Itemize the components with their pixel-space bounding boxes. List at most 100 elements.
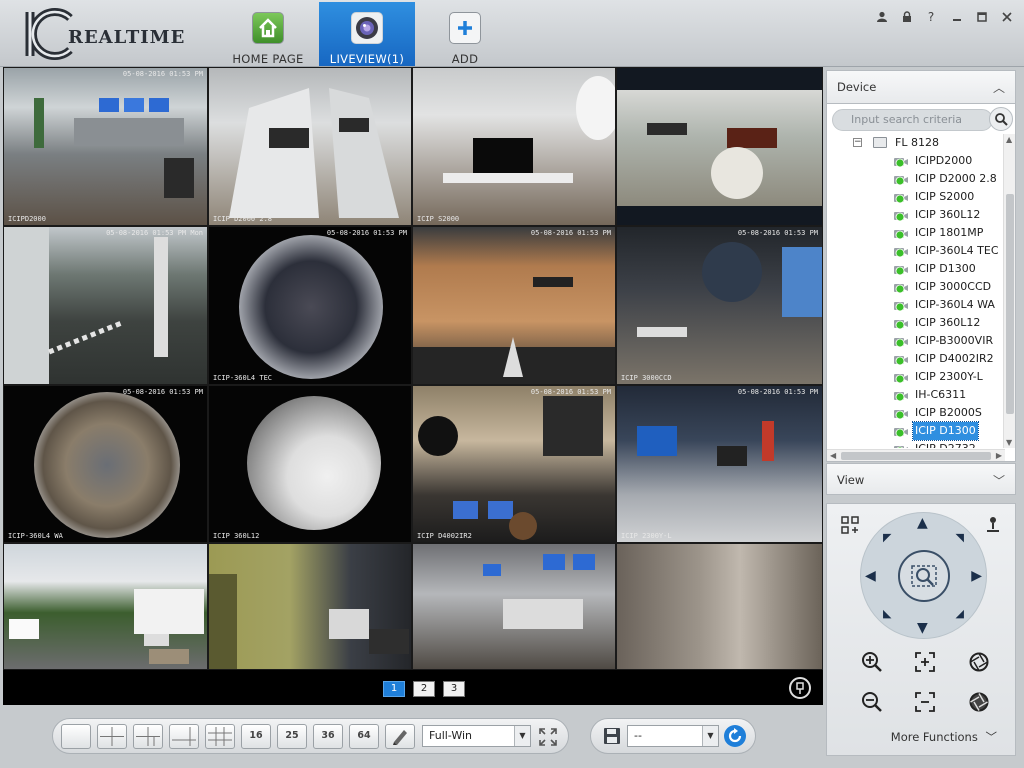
save-icon[interactable] (603, 727, 621, 745)
chevron-down-icon[interactable]: ﹀ (993, 472, 1005, 489)
page-button-2[interactable]: 2 (413, 681, 435, 697)
camera-tile[interactable]: ICIP 360L12 (208, 385, 412, 543)
device-tree-item[interactable]: ICIP 360L12 (827, 314, 1005, 332)
ptz-right-arrow[interactable]: ▶ (971, 568, 982, 584)
ptz-left-arrow[interactable]: ◀ (865, 568, 876, 584)
dropdown-arrow-icon[interactable]: ▼ (514, 726, 530, 746)
device-tree-item[interactable]: ICIP D1300 (827, 421, 1005, 441)
layout-36-button[interactable]: 36 (313, 724, 343, 749)
layout-64-button[interactable]: 64 (349, 724, 379, 749)
dropdown-arrow-icon[interactable]: ▼ (702, 726, 718, 746)
iris-close-icon[interactable] (966, 689, 992, 715)
chevron-up-icon[interactable]: ︿ (993, 79, 1005, 96)
camera-tile[interactable]: 05-08-2016 01:53 PM ICIP 3000CCD (616, 226, 823, 385)
fullscreen-icon[interactable] (537, 727, 559, 749)
layout-9-button[interactable] (205, 724, 235, 749)
zoom-in-icon[interactable] (859, 649, 885, 675)
refresh-icon[interactable] (723, 724, 747, 748)
layout-4-button[interactable] (97, 724, 127, 749)
ptz-up-left-arrow[interactable]: ◤ (883, 531, 891, 544)
device-tree-item[interactable]: ICIP-360L4 WA (827, 296, 1005, 314)
maximize-icon[interactable] (973, 8, 991, 26)
ptz-down-arrow[interactable]: ▼ (917, 620, 928, 636)
device-tree-item[interactable]: ICIP-B3000VIR (827, 332, 1005, 350)
device-group[interactable]: − FL 8128 (827, 134, 1005, 152)
close-icon[interactable] (998, 8, 1016, 26)
camera-tile[interactable]: ICIP D2000 2.8 (208, 67, 412, 226)
vertical-scrollbar[interactable]: ▲ ▼ (1003, 134, 1015, 448)
nav-liveview[interactable]: LIVEVIEW(1) (319, 2, 415, 66)
iris-open-icon[interactable] (966, 649, 992, 675)
preset-select[interactable]: -- ▼ (627, 725, 719, 747)
user-icon[interactable] (873, 8, 891, 26)
layout-1-button[interactable] (61, 724, 91, 749)
device-panel: Input search criteria − FL 8128 ICIPD200… (826, 104, 1016, 462)
device-tree-item[interactable]: ICIP D2000 2.8 (827, 170, 1005, 188)
collapse-icon[interactable]: − (853, 138, 862, 147)
window-mode-select[interactable]: Full-Win ▼ (422, 725, 531, 747)
pin-icon[interactable] (789, 677, 811, 699)
layout-25-button[interactable]: 25 (277, 724, 307, 749)
page-button-1[interactable]: 1 (383, 681, 405, 697)
horizontal-scrollbar[interactable]: ◀ ▶ (827, 449, 1005, 461)
camera-tile[interactable]: 05-08-2016 01:53 PM (412, 226, 616, 385)
ptz-3d-zoom-button[interactable] (898, 550, 950, 602)
view-panel-header[interactable]: View ﹀ (826, 463, 1016, 495)
nav-add[interactable]: ADD (417, 2, 513, 66)
lock-icon[interactable] (898, 8, 916, 26)
camera-online-icon (894, 426, 908, 438)
page-button-3[interactable]: 3 (443, 681, 465, 697)
device-tree-item[interactable]: ICIP D2732 (827, 440, 1005, 448)
device-search-input[interactable]: Input search criteria (832, 109, 993, 131)
device-tree-item[interactable]: ICIP 2300Y-L (827, 368, 1005, 386)
camera-tile[interactable]: 05-08-2016 01:53 PM Mon (3, 226, 208, 385)
device-tree-item[interactable]: ICIP D4002IR2 (827, 350, 1005, 368)
camera-tile[interactable] (3, 543, 208, 670)
layout-6-button[interactable] (133, 724, 163, 749)
focus-near-icon[interactable] (912, 649, 938, 675)
zoom-out-icon[interactable] (859, 689, 885, 715)
device-tree-item[interactable]: ICIP S2000 (827, 188, 1005, 206)
scrollbar-thumb[interactable] (841, 452, 991, 460)
ptz-up-right-arrow[interactable]: ◥ (956, 531, 964, 544)
device-tree-item[interactable]: ICIP 360L12 (827, 206, 1005, 224)
device-tree-item[interactable]: ICIPD2000 (827, 152, 1005, 170)
custom-layout-button[interactable] (385, 724, 415, 749)
page-selector: 1 2 3 (3, 670, 823, 705)
device-tree-item[interactable]: ICIP 1801MP (827, 224, 1005, 242)
more-functions-button[interactable]: More Functions ﹀ (891, 729, 997, 745)
app-logo: REALTIME (22, 8, 192, 60)
layout-grid-icon[interactable] (837, 512, 863, 538)
ptz-down-right-arrow[interactable]: ◢ (956, 607, 964, 620)
camera-tile[interactable]: 05-08-2016 01:53 PM ICIP-360L4 TEC (208, 226, 412, 385)
camera-tile[interactable] (412, 543, 616, 670)
help-icon[interactable]: ? (922, 8, 940, 26)
nav-home-page[interactable]: HOME PAGE (220, 2, 316, 66)
focus-far-icon[interactable] (912, 689, 938, 715)
layout-16-button[interactable]: 16 (241, 724, 271, 749)
camera-tile[interactable]: 05-08-2016 01:53 PM ICIP-360L4 WA (3, 385, 208, 543)
device-panel-header[interactable]: Device ︿ (826, 70, 1016, 104)
device-tree-item[interactable]: ICIP 3000CCD (827, 278, 1005, 296)
camera-online-icon (894, 282, 908, 294)
camera-tile[interactable]: 05-08-2016 01:53 PM ICIP D4002IR2 (412, 385, 616, 543)
joystick-icon[interactable] (980, 512, 1006, 538)
device-tree-item[interactable]: ICIP B2000S (827, 404, 1005, 422)
scrollbar-thumb[interactable] (1006, 194, 1014, 414)
device-tree-item[interactable]: ICIP D1300 (827, 260, 1005, 278)
device-tree-item-label: ICIP-B3000VIR (915, 334, 994, 347)
minimize-icon[interactable] (948, 8, 966, 26)
camera-tile[interactable]: ICIP S2000 (412, 67, 616, 226)
camera-tile[interactable] (208, 543, 412, 670)
camera-timestamp: 05-08-2016 01:53 PM (737, 229, 818, 237)
camera-tile[interactable]: 05-08-2016 01:53 PM ICIP 2300Y-L (616, 385, 823, 543)
ptz-up-arrow[interactable]: ▲ (917, 515, 928, 531)
search-icon[interactable] (989, 107, 1013, 131)
camera-tile[interactable]: 05-08-2016 01:53 PM ICIPD2000 (3, 67, 208, 226)
device-tree-item[interactable]: IH-C6311 (827, 386, 1005, 404)
camera-tile[interactable] (616, 543, 823, 670)
device-tree-item[interactable]: ICIP-360L4 TEC (827, 242, 1005, 260)
camera-tile[interactable] (616, 67, 823, 226)
layout-8-button[interactable] (169, 724, 199, 749)
ptz-down-left-arrow[interactable]: ◣ (883, 607, 891, 620)
